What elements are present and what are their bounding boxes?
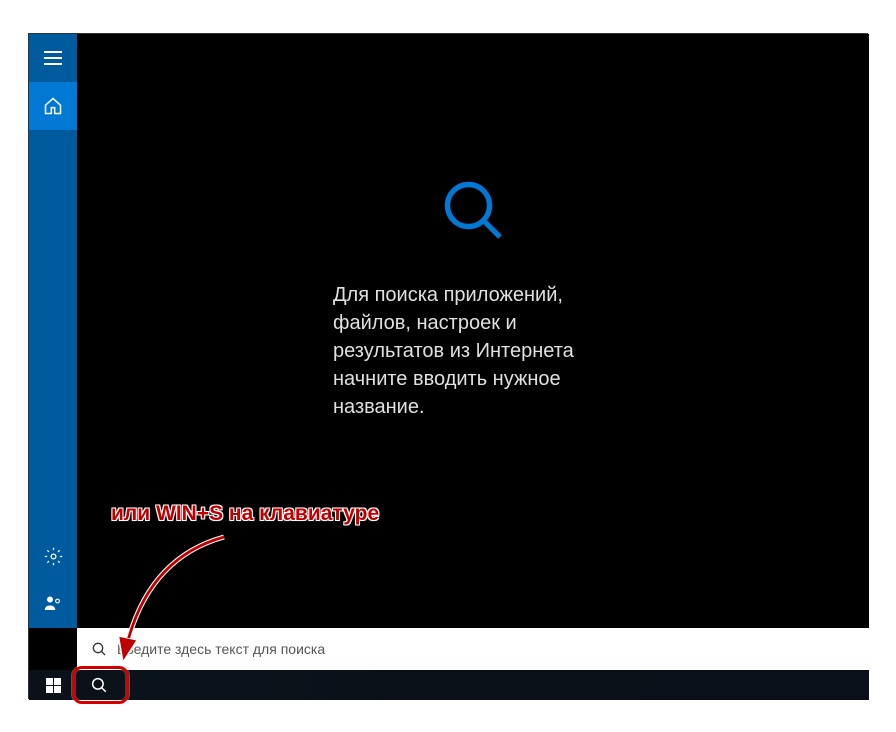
search-icon bbox=[90, 676, 108, 694]
search-input[interactable] bbox=[117, 641, 855, 657]
search-instruction-text: Для поиска приложений, файлов, настроек … bbox=[333, 281, 613, 421]
settings-button[interactable] bbox=[29, 532, 77, 580]
search-body: Для поиска приложений, файлов, настроек … bbox=[77, 34, 869, 628]
screenshot-frame: Для поиска приложений, файлов, настроек … bbox=[28, 33, 868, 699]
search-input-bar[interactable] bbox=[77, 628, 869, 670]
search-large-icon bbox=[437, 174, 509, 246]
taskbar-background bbox=[29, 670, 869, 700]
hamburger-icon bbox=[44, 51, 62, 65]
feedback-button[interactable] bbox=[29, 580, 77, 628]
taskbar bbox=[29, 670, 869, 700]
taskbar-search-button[interactable] bbox=[77, 670, 121, 700]
search-icon bbox=[91, 641, 107, 657]
home-icon bbox=[43, 96, 63, 116]
search-sidebar bbox=[29, 34, 77, 628]
home-button[interactable] bbox=[29, 82, 77, 130]
feedback-icon bbox=[44, 595, 62, 613]
windows-logo-icon bbox=[46, 678, 61, 693]
gear-icon bbox=[44, 547, 63, 566]
windows-search-panel: Для поиска приложений, файлов, настроек … bbox=[29, 34, 869, 652]
start-button[interactable] bbox=[29, 670, 77, 700]
hamburger-button[interactable] bbox=[29, 34, 77, 82]
